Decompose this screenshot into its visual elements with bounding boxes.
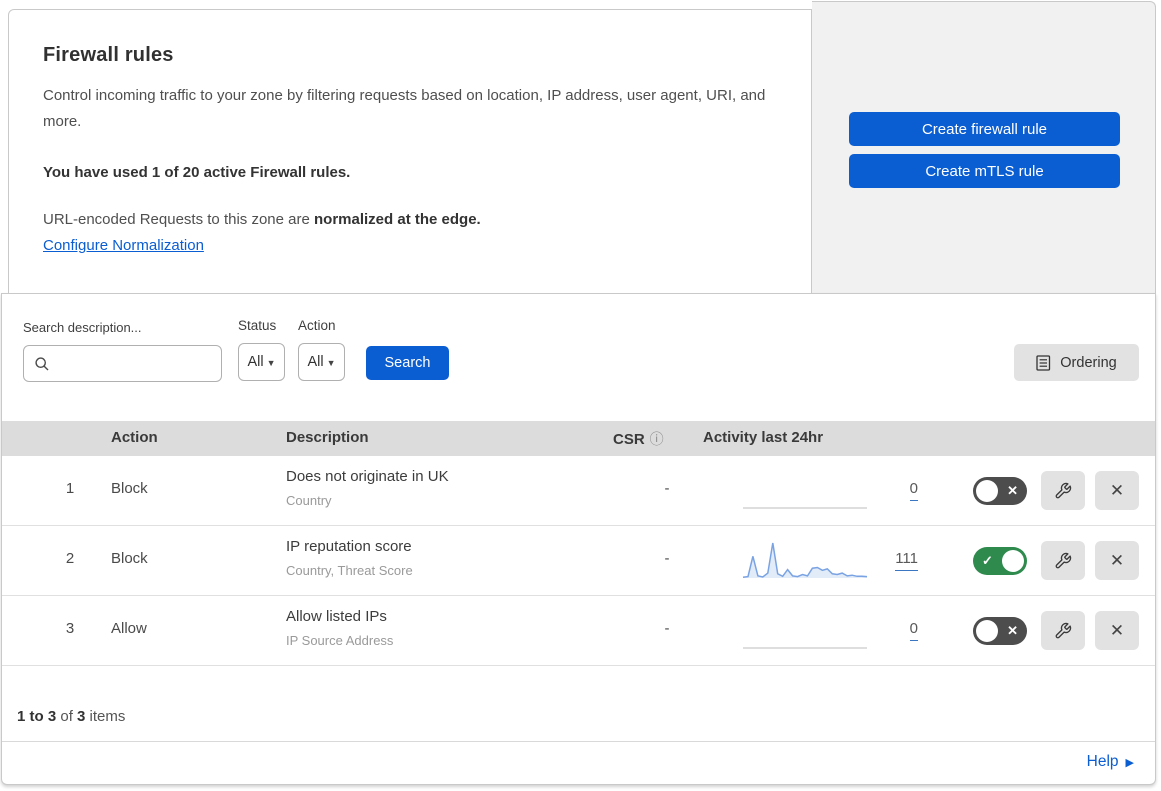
status-filter-label: Status xyxy=(238,318,277,333)
intro-card: Firewall rules Control incoming traffic … xyxy=(8,9,812,294)
rule-enabled-toggle[interactable]: ✓ ✕ xyxy=(973,547,1027,575)
normalization-bold-text: normalized at the edge. xyxy=(314,211,481,228)
activity-count-link[interactable]: 0 xyxy=(909,620,918,641)
table-header: Action Description CSR ⓘ Activity last 2… xyxy=(2,421,1155,456)
search-label: Search description... xyxy=(23,320,142,335)
rule-enabled-toggle[interactable]: ✓ ✕ xyxy=(973,477,1027,505)
rule-description: IP reputation score xyxy=(286,538,412,555)
activity-sparkline xyxy=(741,539,869,583)
activity-count-link[interactable]: 0 xyxy=(909,480,918,501)
rule-csr-value: - xyxy=(664,480,670,497)
chevron-down-icon: ▼ xyxy=(266,358,276,368)
edit-rule-button[interactable] xyxy=(1041,541,1085,580)
chevron-down-icon: ▼ xyxy=(326,358,336,368)
column-header-action: Action xyxy=(111,429,158,446)
rules-list-panel: Search description... Status All ▼ Actio… xyxy=(1,293,1156,785)
usage-note: You have used 1 of 20 active Firewall ru… xyxy=(43,164,351,181)
firewall-rules-page: Firewall rules Control incoming traffic … xyxy=(0,0,1161,791)
action-dropdown-value: All xyxy=(307,354,324,370)
close-icon: ✕ xyxy=(1109,550,1125,570)
rule-csr-value: - xyxy=(664,550,670,567)
rule-fields: Country xyxy=(286,493,332,508)
rule-priority: 1 xyxy=(65,480,75,497)
status-dropdown[interactable]: All ▼ xyxy=(238,343,285,381)
items-of: of xyxy=(56,708,78,725)
delete-rule-button[interactable]: ✕ xyxy=(1095,611,1139,650)
info-icon[interactable]: ⓘ xyxy=(650,429,664,449)
ordering-button[interactable]: Ordering xyxy=(1014,344,1139,381)
edit-rule-button[interactable] xyxy=(1041,471,1085,510)
create-mtls-rule-button[interactable]: Create mTLS rule xyxy=(849,154,1120,188)
footer-divider xyxy=(2,741,1155,742)
actions-side-panel: Create firewall rule Create mTLS rule xyxy=(812,1,1156,293)
search-icon xyxy=(34,356,50,372)
rule-fields: Country, Threat Score xyxy=(286,563,413,578)
page-title: Firewall rules xyxy=(43,44,174,66)
status-dropdown-value: All xyxy=(247,354,264,370)
activity-count-cell: 0 xyxy=(858,480,918,501)
table-row: 1 Block Does not originate in UK Country… xyxy=(2,456,1155,526)
help-link[interactable]: Help ▶ xyxy=(1087,753,1134,771)
rule-fields: IP Source Address xyxy=(286,633,394,648)
action-dropdown[interactable]: All ▼ xyxy=(298,343,345,381)
activity-count-cell: 0 xyxy=(858,620,918,641)
toggle-knob xyxy=(1002,550,1024,572)
x-icon: ✕ xyxy=(1007,483,1018,498)
ordering-button-label: Ordering xyxy=(1060,354,1117,371)
search-input[interactable] xyxy=(50,355,200,372)
close-icon: ✕ xyxy=(1109,480,1125,500)
close-icon: ✕ xyxy=(1109,620,1125,640)
column-header-description: Description xyxy=(286,429,369,446)
rule-description: Does not originate in UK xyxy=(286,468,449,485)
search-input-wrap[interactable] xyxy=(23,345,222,382)
check-icon: ✓ xyxy=(982,553,993,568)
delete-rule-button[interactable]: ✕ xyxy=(1095,471,1139,510)
create-firewall-rule-button[interactable]: Create firewall rule xyxy=(849,112,1120,146)
normalization-text: URL-encoded Requests to this zone are xyxy=(43,211,314,228)
toggle-knob xyxy=(976,620,998,642)
wrench-icon xyxy=(1054,622,1072,640)
table-row: 3 Allow Allow listed IPs IP Source Addre… xyxy=(2,596,1155,666)
rule-csr-value: - xyxy=(664,620,670,637)
delete-rule-button[interactable]: ✕ xyxy=(1095,541,1139,580)
rule-description: Allow listed IPs xyxy=(286,608,387,625)
column-header-csr: CSR ⓘ xyxy=(613,429,664,449)
rule-action: Block xyxy=(111,480,148,497)
page-description: Control incoming traffic to your zone by… xyxy=(43,87,766,130)
toggle-knob xyxy=(976,480,998,502)
edit-rule-button[interactable] xyxy=(1041,611,1085,650)
items-word: items xyxy=(85,708,126,725)
rule-action: Allow xyxy=(111,620,147,637)
normalization-note: URL-encoded Requests to this zone are no… xyxy=(43,211,781,228)
items-range: 1 to 3 xyxy=(17,708,57,725)
items-count: 1 to 3 of 3 items xyxy=(17,708,125,725)
csr-label: CSR xyxy=(613,430,645,448)
column-header-activity: Activity last 24hr xyxy=(703,429,824,446)
action-filter-label: Action xyxy=(298,318,336,333)
activity-sparkline xyxy=(741,609,869,653)
rule-action: Block xyxy=(111,550,148,567)
activity-count-link[interactable]: 111 xyxy=(895,550,918,571)
help-label: Help xyxy=(1086,753,1119,770)
table-row: 2 Block IP reputation score Country, Thr… xyxy=(2,526,1155,596)
x-icon: ✕ xyxy=(1007,623,1018,638)
ordering-list-icon xyxy=(1036,354,1051,371)
arrow-right-icon: ▶ xyxy=(1125,757,1134,769)
activity-count-cell: 111 xyxy=(858,550,918,571)
configure-normalization-link[interactable]: Configure Normalization xyxy=(43,237,204,254)
rule-priority: 2 xyxy=(65,550,75,567)
activity-sparkline xyxy=(741,469,869,513)
rule-priority: 3 xyxy=(65,620,75,637)
search-button[interactable]: Search xyxy=(366,346,449,380)
rule-enabled-toggle[interactable]: ✓ ✕ xyxy=(973,617,1027,645)
wrench-icon xyxy=(1054,552,1072,570)
wrench-icon xyxy=(1054,482,1072,500)
